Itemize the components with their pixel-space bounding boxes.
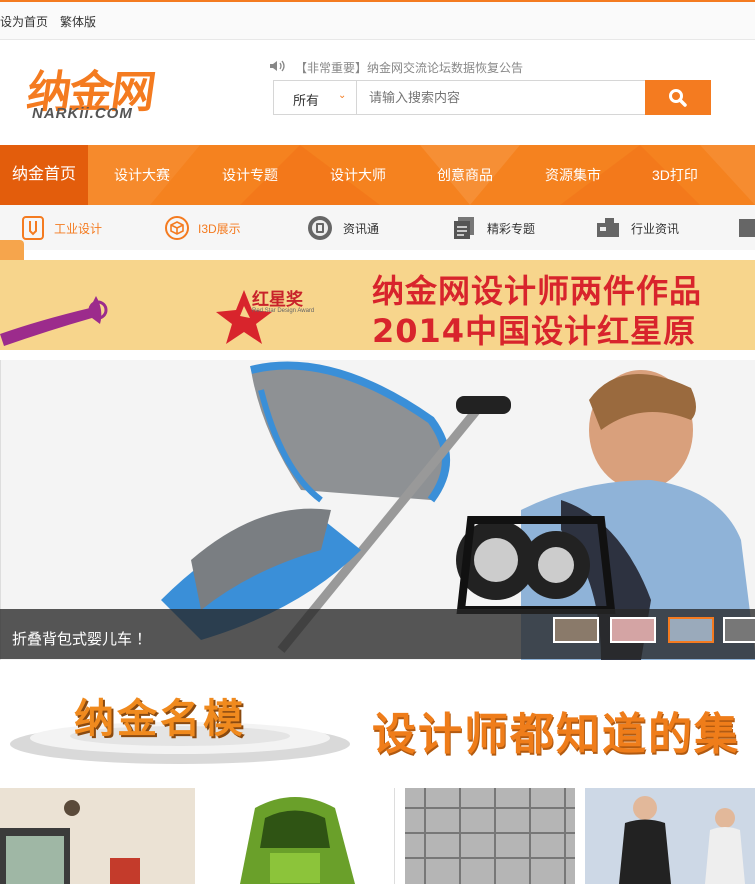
product-tile-room[interactable] <box>0 788 195 884</box>
3d-box-icon <box>739 219 755 237</box>
product-tile-backpack[interactable] <box>195 788 395 884</box>
fashion-image <box>585 788 755 884</box>
slider-caption[interactable]: 折叠背包式婴儿车 ！ <box>12 628 151 649</box>
model-banner-slogan: 设计师都知道的集 <box>372 709 740 760</box>
search-input[interactable] <box>356 80 657 115</box>
subnav-label: 工业设计 <box>54 222 103 236</box>
subnav-featured-topics[interactable]: 精彩专题 <box>451 205 551 250</box>
speaker-icon <box>270 60 285 72</box>
subnav-i3d[interactable]: I3D展示 <box>164 205 254 250</box>
announcement-text[interactable]: 【非常重要】纳金网交流论坛数据恢复公告 <box>295 59 523 76</box>
search-button[interactable] <box>645 80 711 115</box>
nav-creative-goods[interactable]: 创意商品 <box>437 145 493 205</box>
site-logo[interactable]: 纳金网 NARKii.COM <box>24 56 198 126</box>
room-image <box>0 788 195 884</box>
truck-icon <box>597 218 619 237</box>
subnav-news[interactable]: 资讯通 <box>307 205 397 250</box>
banner-headline-2: 2014中国设计红星原 <box>372 312 697 350</box>
red-star-award-banner[interactable]: 红星奖 Red Star Design Award 纳金网设计师两件作品 201… <box>0 260 755 350</box>
subnav-label: I3D展示 <box>198 222 241 236</box>
news-circle-icon <box>308 216 332 240</box>
logo-english: NARKii.COM <box>32 105 133 122</box>
subnav-industry-news[interactable]: 行业资讯 <box>595 205 695 250</box>
product-tile-building[interactable] <box>405 788 575 884</box>
chevron-down-icon: ⌄ <box>338 90 347 101</box>
nav-3d-print[interactable]: 3D打印 <box>652 145 698 205</box>
main-nav: 纳金首页 设计大赛 设计专题 设计大师 创意商品 资源集市 3D打印 <box>0 145 755 205</box>
product-tile-fashion[interactable] <box>585 788 755 884</box>
slider-thumb-3[interactable] <box>668 617 714 643</box>
building-image <box>405 788 575 884</box>
documents-icon <box>454 217 474 239</box>
sub-nav: 工业设计 I3D展示 资讯通 精彩专题 行业资讯 <box>0 205 755 250</box>
subnav-label: 资讯通 <box>343 222 380 236</box>
search-category-value: 所有 <box>293 93 320 108</box>
nav-resource-market[interactable]: 资源集市 <box>545 145 601 205</box>
slider-thumb-2[interactable] <box>610 617 656 643</box>
subnav-industrial-design[interactable]: 工业设计 <box>20 205 110 250</box>
slider-thumb-4[interactable] <box>723 617 755 643</box>
subnav-more[interactable] <box>739 205 755 250</box>
nav-design-contest[interactable]: 设计大赛 <box>114 145 170 205</box>
top-bar: 设为首页 繁体版 <box>0 2 755 40</box>
nav-design-topics[interactable]: 设计专题 <box>222 145 278 205</box>
search-bar: 所有 ⌄ <box>273 80 711 115</box>
search-icon <box>669 89 687 107</box>
slider-thumb-1[interactable] <box>553 617 599 643</box>
subnav-label: 精彩专题 <box>487 222 536 236</box>
search-category-select[interactable]: 所有 ⌄ <box>273 80 357 115</box>
award-english: Red Star Design Award <box>252 308 315 314</box>
cube-icon <box>165 216 189 240</box>
traditional-chinese-link[interactable]: 繁体版 <box>60 13 96 30</box>
backpack-image <box>240 797 355 884</box>
model-banner-title: 纳金名模 <box>74 696 246 742</box>
subnav-label: 行业资讯 <box>631 222 680 236</box>
model-banner[interactable]: 纳金名模 设计师都知道的集 <box>0 676 755 770</box>
nav-design-masters[interactable]: 设计大师 <box>330 145 386 205</box>
pen-tablet-icon <box>22 216 44 240</box>
set-homepage-link[interactable]: 设为首页 <box>0 13 48 30</box>
award-name: 红星奖 <box>252 290 303 309</box>
nav-home[interactable]: 纳金首页 <box>0 145 88 205</box>
